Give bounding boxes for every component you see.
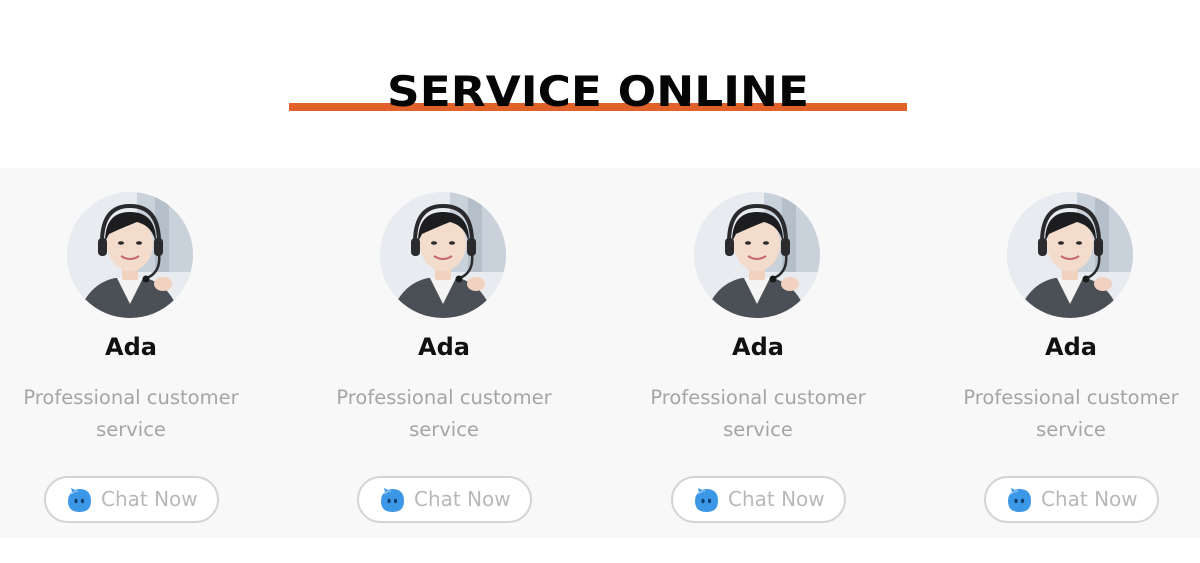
agent-role: Professional customer service (942, 382, 1200, 446)
agent-photo (380, 192, 506, 318)
agent-card: Ada Professional customer service Chat N… (942, 168, 1200, 538)
chat-bubble-icon (379, 487, 406, 514)
agent-avatar (380, 192, 506, 318)
agent-name: Ada (105, 333, 157, 361)
agent-avatar (694, 192, 820, 318)
chat-bubble-icon (1006, 487, 1033, 514)
chat-now-button[interactable]: Chat Now (671, 476, 846, 523)
section-title: SERVICE ONLINE (387, 67, 809, 116)
chat-now-label: Chat Now (1041, 487, 1138, 511)
agent-photo (694, 192, 820, 318)
agent-name: Ada (418, 333, 470, 361)
agent-role: Professional customer service (629, 382, 887, 446)
agent-role: Professional customer service (2, 382, 260, 446)
agent-role-line2: service (96, 418, 166, 441)
agent-photo (1007, 192, 1133, 318)
service-online-section: SERVICE ONLINE Ada Professional customer… (0, 0, 1200, 563)
chat-bubble-icon (693, 487, 720, 514)
chat-now-label: Chat Now (414, 487, 511, 511)
agent-card: Ada Professional customer service Chat N… (629, 168, 889, 538)
agent-role-line2: service (723, 418, 793, 441)
agent-name: Ada (732, 333, 784, 361)
agent-avatar (1007, 192, 1133, 318)
agent-card: Ada Professional customer service Chat N… (2, 168, 262, 538)
section-heading: SERVICE ONLINE (289, 68, 907, 116)
agent-avatar (67, 192, 193, 318)
agent-role-line1: Professional customer (650, 386, 866, 409)
chat-now-label: Chat Now (101, 487, 198, 511)
chat-now-button[interactable]: Chat Now (357, 476, 532, 523)
agent-role-line2: service (1036, 418, 1106, 441)
agent-role: Professional customer service (315, 382, 573, 446)
agent-role-line1: Professional customer (963, 386, 1179, 409)
chat-now-button[interactable]: Chat Now (984, 476, 1159, 523)
agent-photo (67, 192, 193, 318)
agent-role-line1: Professional customer (23, 386, 239, 409)
agent-card: Ada Professional customer service Chat N… (315, 168, 575, 538)
chat-bubble-icon (66, 487, 93, 514)
agent-role-line1: Professional customer (336, 386, 552, 409)
agent-name: Ada (1045, 333, 1097, 361)
agent-role-line2: service (409, 418, 479, 441)
agent-list: Ada Professional customer service Chat N… (0, 168, 1200, 538)
chat-now-label: Chat Now (728, 487, 825, 511)
chat-now-button[interactable]: Chat Now (44, 476, 219, 523)
